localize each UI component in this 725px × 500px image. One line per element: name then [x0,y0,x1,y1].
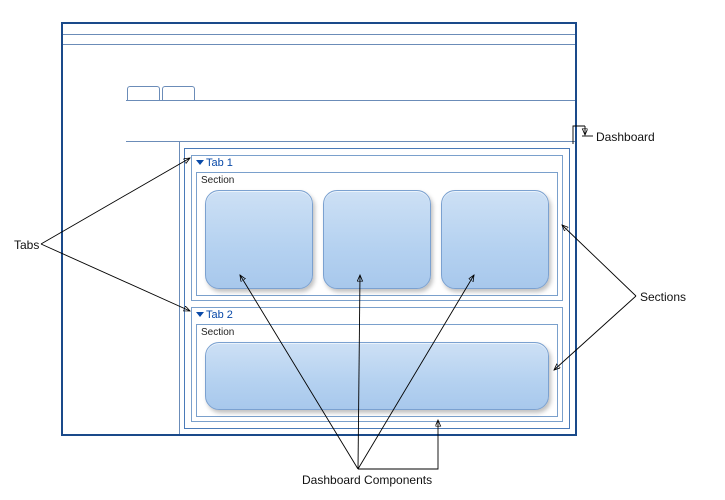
titlebar-divider [63,34,575,35]
callout-tabs: Tabs [14,238,39,252]
callout-sections: Sections [640,290,686,304]
ribbon-divider [126,141,575,142]
dashboard-component[interactable] [205,190,313,289]
tab-panel-1: Tab 1 Section [191,155,563,301]
section-1: Section [196,172,558,296]
dashboard-component[interactable] [323,190,431,289]
section-label-2: Section [201,327,234,338]
dashboard-component[interactable] [205,342,549,410]
component-row-1 [205,190,549,289]
menubar-divider [63,44,575,45]
callout-components: Dashboard Components [302,473,432,487]
tab-header-2[interactable]: Tab 2 [196,309,233,321]
chevron-down-icon [196,312,204,317]
tab-label-1: Tab 1 [206,157,233,169]
component-row-2 [205,342,549,410]
dashboard-container: Tab 1 Section Tab 2 Section [184,148,570,429]
tabrow-divider [126,100,575,101]
callout-dashboard: Dashboard [596,130,655,144]
tab-panel-2: Tab 2 Section [191,307,563,422]
section-label-1: Section [201,175,234,186]
window-tab-1[interactable] [127,86,160,100]
window-frame: Tab 1 Section Tab 2 Section [61,22,577,436]
sidebar-divider [179,141,180,434]
section-2: Section [196,324,558,417]
tab-header-1[interactable]: Tab 1 [196,157,233,169]
tab-label-2: Tab 2 [206,309,233,321]
chevron-down-icon [196,160,204,165]
dashboard-component[interactable] [441,190,549,289]
window-tab-2[interactable] [162,86,195,100]
